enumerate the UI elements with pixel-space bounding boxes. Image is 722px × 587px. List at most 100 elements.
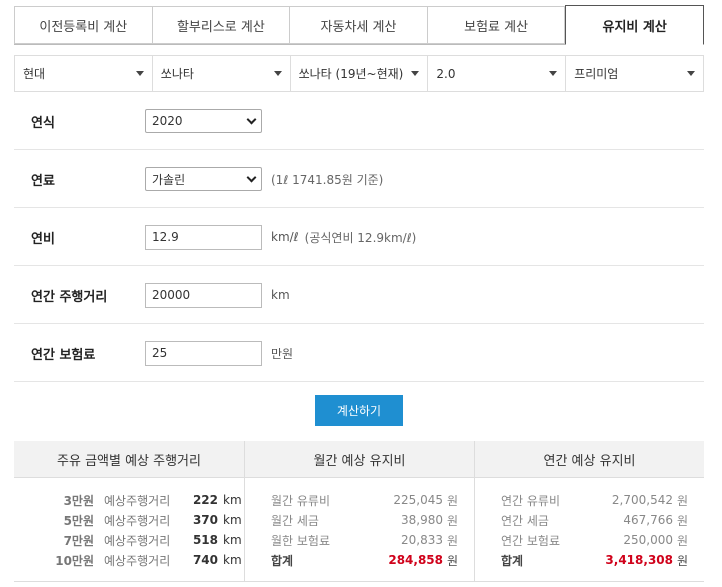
tab-maintenance-cost[interactable]: 유지비 계산 — [565, 5, 704, 45]
row-value: 740 — [192, 553, 218, 567]
fuel-label: 연료 — [31, 173, 55, 189]
trim-select-value: 프리미엄 — [574, 67, 619, 81]
total-row: 합계 3,418,308 원 — [475, 550, 704, 570]
efficiency-row: 연비 km/ℓ (공식연비 12.9km/ℓ) — [14, 209, 704, 266]
insurance-unit: 만원 — [271, 346, 294, 361]
row-value: 222 — [192, 493, 218, 507]
list-item: 7만원 예상주행거리 518 km — [14, 530, 244, 550]
annual-distance-input[interactable] — [145, 282, 262, 308]
distance-row: 연간 주행거리 km — [14, 267, 704, 324]
row-unit: 원 — [447, 493, 459, 508]
calculator-tabs: 이전등록비 계산 할부리스로 계산 자동차세 계산 보험료 계산 유지비 계산 — [14, 5, 704, 45]
annual-insurance-input[interactable] — [145, 340, 262, 366]
fuel-amount: 5만원 — [63, 513, 94, 528]
annual-cost-column: 연간 예상 유지비 연간 유류비 2,700,542 원 연간 세금 467,7… — [475, 441, 704, 581]
row-unit: 원 — [677, 513, 689, 528]
year-label: 연식 — [31, 115, 55, 131]
tab-insurance[interactable]: 보험료 계산 — [427, 6, 566, 44]
tab-transfer-fee[interactable]: 이전등록비 계산 — [14, 6, 153, 44]
list-item: 월한 보험료 20,833 원 — [245, 530, 474, 550]
fuel-amount: 3만원 — [63, 493, 94, 508]
row-unit: km — [223, 513, 242, 527]
total-value: 284,858 — [388, 553, 443, 567]
insurance-row: 연간 보험료 만원 — [14, 325, 704, 382]
list-item: 연간 세금 467,766 원 — [475, 510, 704, 530]
row-label: 연간 유류비 — [501, 493, 561, 508]
caret-down-icon — [411, 71, 420, 76]
chevron-down-icon — [246, 172, 257, 182]
list-item: 월간 세금 38,980 원 — [245, 510, 474, 530]
engine-select-value: 2.0 — [436, 66, 456, 81]
total-label: 합계 — [271, 553, 294, 568]
row-value: 38,980 — [401, 513, 443, 527]
year-row: 연식 2020 — [14, 93, 704, 150]
caret-down-icon — [135, 71, 144, 76]
column-header: 연간 예상 유지비 — [475, 441, 704, 478]
official-efficiency-note: (공식연비 12.9km/ℓ) — [304, 230, 417, 245]
row-unit: 원 — [677, 533, 689, 548]
row-label: 예상주행거리 — [104, 493, 171, 508]
monthly-cost-column: 월간 예상 유지비 월간 유류비 225,045 원 월간 세금 38,980 … — [245, 441, 475, 581]
row-unit: 원 — [447, 533, 459, 548]
column-header: 주유 금액별 예상 주행거리 — [14, 441, 244, 478]
caret-down-icon — [686, 71, 695, 76]
trim-select[interactable]: 프리미엄 — [566, 56, 703, 91]
total-row: 합계 284,858 원 — [245, 550, 474, 570]
row-value: 250,000 — [623, 533, 673, 547]
distance-unit: km — [271, 288, 290, 302]
tab-installment-lease[interactable]: 할부리스로 계산 — [152, 6, 291, 44]
results-table: 주유 금액별 예상 주행거리 3만원 예상주행거리 222 km 5만원 예상주… — [14, 441, 704, 582]
row-value: 20,833 — [401, 533, 443, 547]
row-label: 예상주행거리 — [104, 533, 171, 548]
row-label: 예상주행거리 — [104, 513, 171, 528]
distance-label: 연간 주행거리 — [31, 289, 108, 305]
row-unit: km — [223, 553, 242, 567]
distance-by-fuel-column: 주유 금액별 예상 주행거리 3만원 예상주행거리 222 km 5만원 예상주… — [14, 441, 245, 581]
row-value: 225,045 — [393, 493, 443, 507]
fuel-amount: 10만원 — [55, 553, 94, 568]
row-unit: 원 — [447, 553, 459, 568]
row-label: 월간 유류비 — [271, 493, 331, 508]
row-label: 연간 보험료 — [501, 533, 561, 548]
row-label: 월간 세금 — [271, 513, 319, 528]
maker-select[interactable]: 현대 — [15, 56, 153, 91]
caret-down-icon — [273, 71, 282, 76]
caret-down-icon — [549, 71, 558, 76]
total-label: 합계 — [501, 553, 524, 568]
row-label: 월한 보험료 — [271, 533, 331, 548]
insurance-label: 연간 보험료 — [31, 347, 96, 363]
list-item: 10만원 예상주행거리 740 km — [14, 550, 244, 570]
row-unit: km — [223, 493, 242, 507]
year-select-value: 2020 — [152, 114, 183, 128]
fuel-select-value: 가솔린 — [152, 172, 186, 187]
fuel-select[interactable]: 가솔린 — [145, 167, 262, 191]
list-item: 연간 보험료 250,000 원 — [475, 530, 704, 550]
row-unit: 원 — [677, 493, 689, 508]
list-item: 월간 유류비 225,045 원 — [245, 490, 474, 510]
maker-select-value: 현대 — [23, 67, 46, 81]
column-header: 월간 예상 유지비 — [245, 441, 474, 478]
row-value: 467,766 — [623, 513, 673, 527]
year-select[interactable]: 2020 — [145, 109, 262, 133]
efficiency-input[interactable] — [145, 224, 262, 250]
row-value: 518 — [192, 533, 218, 547]
engine-select[interactable]: 2.0 — [428, 56, 567, 91]
model-select[interactable]: 쏘나타 — [153, 56, 291, 91]
row-value: 370 — [192, 513, 218, 527]
list-item: 3만원 예상주행거리 222 km — [14, 490, 244, 510]
vehicle-select-row: 현대 쏘나타 쏘나타 (19년~현재) 2.0 프리미엄 — [14, 55, 704, 92]
calculate-button[interactable]: 계산하기 — [315, 395, 403, 426]
list-item: 5만원 예상주행거리 370 km — [14, 510, 244, 530]
row-value: 2,700,542 — [611, 493, 673, 507]
row-unit: km — [223, 533, 242, 547]
model-select-value: 쏘나타 — [160, 67, 194, 81]
fuel-amount: 7만원 — [63, 533, 94, 548]
row-unit: 원 — [447, 513, 459, 528]
generation-select-value: 쏘나타 (19년~현재) — [298, 67, 404, 81]
efficiency-unit: km/ℓ — [271, 230, 299, 244]
generation-select[interactable]: 쏘나타 (19년~현재) — [291, 56, 429, 91]
list-item: 연간 유류비 2,700,542 원 — [475, 490, 704, 510]
chevron-down-icon — [246, 114, 257, 124]
fuel-price-note: (1ℓ 1741.85원 기준) — [271, 172, 384, 187]
tab-car-tax[interactable]: 자동차세 계산 — [290, 6, 428, 44]
